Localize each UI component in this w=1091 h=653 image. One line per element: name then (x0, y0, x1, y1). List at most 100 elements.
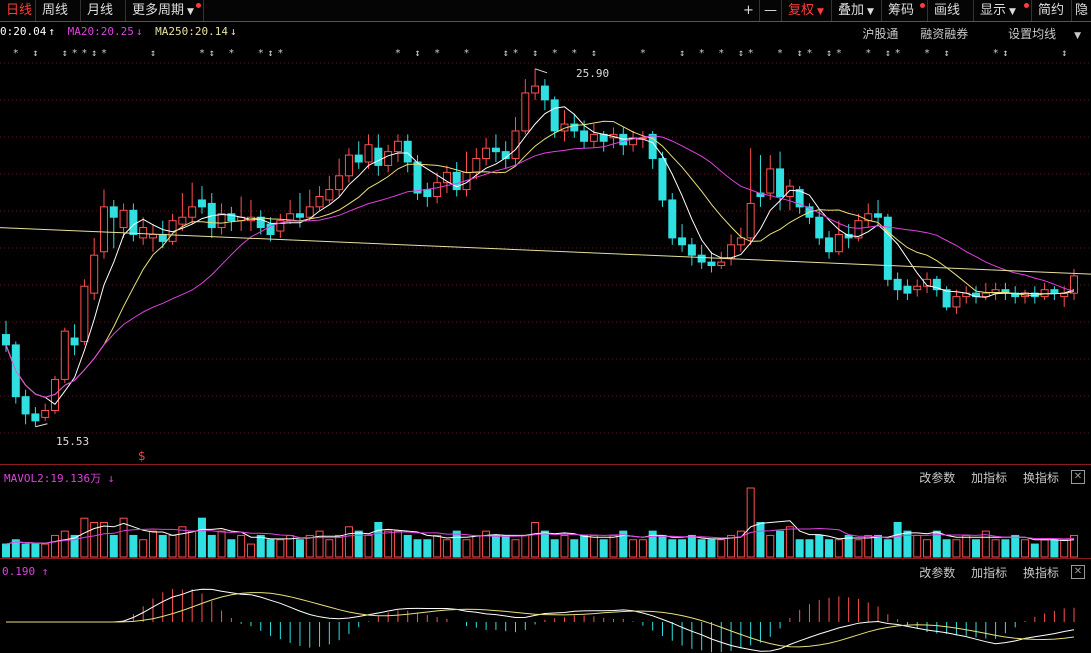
star-marker: * (748, 48, 754, 59)
kline-chart[interactable]: * ↕ ↕ * * ↕ * ↕ * ↕ * * ↕ * * ↕ * * ↕ * ↕ * * ↕ * ↕ * * ↕ * * ↕ * ↕ * * ↕ * * ↕… (0, 0, 1091, 653)
ind-label-text: 0.190 (2, 565, 36, 578)
volume-bar-up (913, 534, 922, 558)
vol-edit-params-button[interactable]: 改参数 (919, 471, 955, 485)
candle-up (364, 144, 373, 163)
candle-down (70, 337, 79, 346)
star-marker: ↕ (415, 48, 421, 59)
volume-bar-up (854, 539, 863, 558)
volume-bar-up (1040, 539, 1049, 558)
volume-bar-down (972, 539, 981, 558)
candle-up (531, 85, 540, 94)
candle-up (952, 296, 961, 308)
star-marker: * (865, 48, 871, 59)
vol-add-indicator-button[interactable]: 加指标 (971, 471, 1007, 485)
candle-down (707, 261, 716, 267)
candle-down (550, 99, 559, 132)
ind-edit-params-button[interactable]: 改参数 (919, 566, 955, 580)
candle-up (217, 213, 226, 229)
candle-down (403, 140, 412, 163)
candle-down (903, 285, 912, 294)
candle-up (913, 285, 922, 291)
candle-up (717, 261, 726, 267)
star-marker: ↕ (1002, 48, 1008, 59)
volume-bar-down (697, 539, 706, 558)
candle-up (188, 206, 197, 218)
volume-bar-up (276, 539, 285, 558)
candle-down (21, 396, 30, 415)
ind-add-indicator-button[interactable]: 加指标 (971, 566, 1007, 580)
volume-bar-up (99, 522, 108, 558)
volume-bar-down (491, 534, 500, 558)
candle-up (139, 227, 148, 239)
star-marker: ↕ (150, 48, 156, 59)
volume-bar-up (168, 534, 177, 558)
star-marker: * (395, 48, 401, 59)
candle-up (60, 330, 69, 380)
volume-bar-down (403, 534, 412, 558)
candle-down (697, 254, 706, 263)
volume-bar-up (364, 534, 373, 558)
candle-up (834, 233, 843, 253)
candle-down (256, 216, 265, 229)
volume-bar-up (188, 530, 197, 558)
vol-change-indicator-button[interactable]: 换指标 (1023, 471, 1059, 485)
star-marker: ↕ (209, 48, 215, 59)
volume-bar-down (423, 539, 432, 558)
candle-up (1040, 289, 1049, 298)
volume-bar-up (246, 543, 255, 558)
volume-bar-down (295, 539, 304, 558)
vol-close-icon[interactable]: ✕ (1071, 470, 1085, 484)
volume-bar-down (266, 539, 275, 558)
volume-bar-down (707, 539, 716, 558)
volume-bar-up (442, 539, 451, 558)
volume-bar-down (893, 522, 902, 558)
candle-up (315, 196, 324, 208)
volume-bar-down (452, 530, 461, 558)
volume-bar-down (805, 539, 814, 558)
ind-change-indicator-button[interactable]: 换指标 (1023, 566, 1059, 580)
candle-down (354, 154, 363, 163)
high-price-label: 25.90 (576, 67, 610, 80)
volume-bar-down (874, 534, 883, 558)
star-marker: * (199, 48, 205, 59)
candle-down (423, 189, 432, 198)
ma250-line (0, 227, 1091, 275)
high-pointer (534, 68, 548, 74)
volume-bar-up (325, 539, 334, 558)
candle-up (433, 182, 442, 198)
volume-bar-down (207, 534, 216, 558)
volume-bar-down (197, 517, 206, 558)
arrow-down-icon: ↓ (107, 472, 115, 485)
star-marker: ↕ (532, 48, 538, 59)
star-marker: * (277, 48, 283, 59)
star-marker: * (101, 48, 107, 59)
candle-down (580, 130, 589, 142)
low-price-label: 15.53 (56, 435, 90, 448)
ind-label: 0.190 ↑ (2, 565, 48, 578)
candle-down (31, 413, 40, 422)
star-marker: * (836, 48, 842, 59)
volume-bar-down (1011, 534, 1020, 558)
candle-up (393, 140, 402, 153)
star-marker: * (571, 48, 577, 59)
volume-bar-down (2, 543, 10, 558)
star-marker: ↕ (885, 48, 891, 59)
volume-bar-up (315, 530, 324, 558)
volume-bar-up (923, 539, 932, 558)
volume-bar-up (952, 539, 961, 558)
volume-bar-up (746, 487, 755, 558)
candle-up (521, 92, 530, 132)
candle-down (540, 85, 549, 101)
ind-close-icon[interactable]: ✕ (1071, 565, 1085, 579)
volume-bar-down (227, 539, 236, 558)
candle-down (491, 147, 500, 153)
candle-up (325, 189, 334, 201)
volume-bar-up (217, 530, 226, 558)
volume-bar-down (550, 539, 559, 558)
star-marker: * (895, 48, 901, 59)
star-marker: * (228, 48, 234, 59)
candle-up (148, 233, 157, 239)
volume-bar-up (1060, 539, 1069, 558)
star-marker: ↕ (503, 48, 509, 59)
candle-down (687, 244, 696, 256)
